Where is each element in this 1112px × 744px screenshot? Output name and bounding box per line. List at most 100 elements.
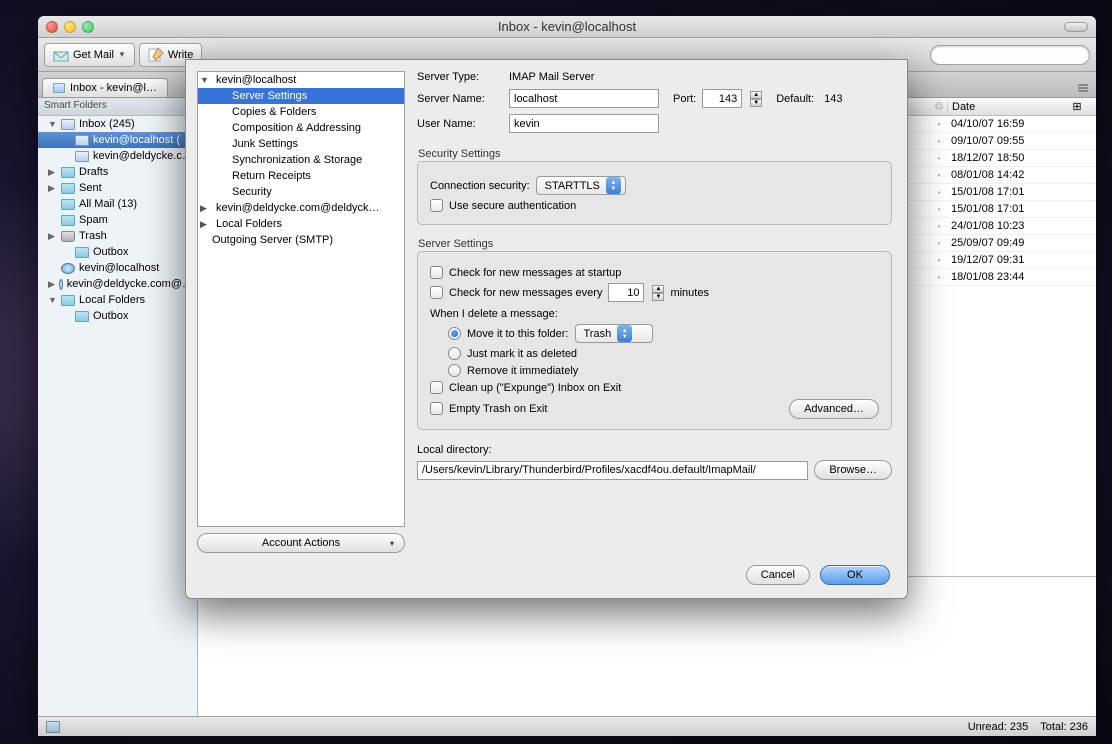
secure-auth-label: Use secure authentication [449, 200, 576, 212]
sidebar-item[interactable]: All Mail (13) [38, 196, 197, 212]
user-name-input[interactable] [509, 114, 659, 133]
folder-sidebar: Smart Folders ▼Inbox (245)kevin@localhos… [38, 98, 198, 716]
status-dot-icon: • [931, 120, 947, 129]
folder-icon [61, 263, 75, 274]
folder-icon [61, 183, 75, 194]
account-settings-dialog: ▼kevin@localhostServer SettingsCopies & … [185, 59, 908, 599]
folder-icon [75, 151, 89, 162]
tab-label: Inbox - kevin@l… [70, 82, 157, 94]
check-every-checkbox[interactable] [430, 286, 443, 299]
toolbar-toggle-pill[interactable] [1064, 22, 1088, 32]
folder-icon [61, 199, 75, 210]
compose-icon [148, 47, 164, 63]
secure-auth-checkbox[interactable] [430, 199, 443, 212]
server-type-value: IMAP Mail Server [509, 71, 594, 83]
status-dot-icon: • [931, 154, 947, 163]
port-stepper[interactable]: ▲▼ [750, 91, 762, 107]
select-arrows-icon: ▲▼ [617, 325, 632, 342]
remove-immediately-label: Remove it immediately [467, 365, 578, 377]
move-to-folder-label: Move it to this folder: [467, 328, 569, 340]
advanced-button[interactable]: Advanced… [789, 399, 879, 419]
sidebar-item[interactable]: ▼Inbox (245) [38, 116, 197, 132]
folder-icon [75, 311, 89, 322]
connection-security-select[interactable]: STARTTLS ▲▼ [536, 176, 626, 195]
empty-trash-checkbox[interactable] [430, 402, 443, 415]
move-to-folder-radio[interactable] [448, 327, 461, 340]
sidebar-item[interactable]: Spam [38, 212, 197, 228]
close-icon[interactable] [46, 21, 58, 33]
select-arrows-icon: ▲▼ [606, 177, 621, 194]
expunge-checkbox[interactable] [430, 381, 443, 394]
folder-icon [75, 135, 89, 146]
ok-button[interactable]: OK [820, 565, 890, 585]
recycle-icon[interactable]: ♲ [931, 100, 947, 113]
port-input[interactable] [702, 89, 742, 108]
sidebar-item[interactable]: ▶Trash [38, 228, 197, 244]
sidebar-item[interactable]: Outbox [38, 244, 197, 260]
cancel-button[interactable]: Cancel [746, 565, 810, 585]
sidebar-header: Smart Folders [38, 98, 197, 116]
activity-icon[interactable] [46, 721, 60, 733]
folder-icon [61, 119, 75, 130]
sidebar-item[interactable]: ▶Sent [38, 180, 197, 196]
sidebar-item[interactable]: kevin@localhost [38, 260, 197, 276]
mail-download-icon [53, 47, 69, 63]
sidebar-item[interactable]: ▶Drafts [38, 164, 197, 180]
tree-item[interactable]: Outgoing Server (SMTP) [198, 232, 404, 248]
dropdown-arrow-icon: ▼ [118, 50, 126, 59]
minimize-icon[interactable] [64, 21, 76, 33]
tree-item[interactable]: Synchronization & Storage [198, 152, 404, 168]
interval-stepper[interactable]: ▲▼ [652, 285, 664, 301]
status-dot-icon: • [931, 222, 947, 231]
accounts-tree[interactable]: ▼kevin@localhostServer SettingsCopies & … [197, 71, 405, 527]
status-dot-icon: • [931, 239, 947, 248]
browse-button[interactable]: Browse… [814, 460, 892, 480]
tree-item[interactable]: Security [198, 184, 404, 200]
tree-item[interactable]: ▼kevin@localhost [198, 72, 404, 88]
remove-immediately-radio[interactable] [448, 364, 461, 377]
tab-options-icon[interactable] [1076, 81, 1092, 97]
tree-item[interactable]: Junk Settings [198, 136, 404, 152]
zoom-icon[interactable] [82, 21, 94, 33]
empty-trash-label: Empty Trash on Exit [449, 403, 547, 415]
folder-icon [61, 231, 75, 242]
status-bar: Unread: 235 Total: 236 [38, 716, 1096, 736]
get-mail-button[interactable]: Get Mail ▼ [44, 43, 135, 67]
server-settings-form: Server Type: IMAP Mail Server Server Nam… [417, 71, 896, 553]
search-input[interactable] [930, 45, 1090, 65]
check-interval-input[interactable] [608, 283, 644, 302]
tree-item[interactable]: Server Settings [198, 88, 404, 104]
user-name-label: User Name: [417, 118, 503, 130]
accounts-tree-panel: ▼kevin@localhostServer SettingsCopies & … [197, 71, 405, 553]
tree-item[interactable]: ▶kevin@deldycke.com@deldyck… [198, 200, 404, 216]
default-label: Default: [776, 93, 814, 105]
trash-folder-select[interactable]: Trash ▲▼ [575, 324, 653, 343]
server-name-input[interactable] [509, 89, 659, 108]
sidebar-item[interactable]: kevin@localhost ( [38, 132, 197, 148]
local-dir-label: Local directory: [417, 444, 892, 456]
column-date[interactable]: Date [947, 101, 1072, 113]
sidebar-item[interactable]: ▶kevin@deldycke.com@… [38, 276, 197, 292]
titlebar: Inbox - kevin@localhost [38, 16, 1096, 38]
tree-item[interactable]: Return Receipts [198, 168, 404, 184]
tree-item[interactable]: ▶Local Folders [198, 216, 404, 232]
status-dot-icon: • [931, 205, 947, 214]
status-dot-icon: • [931, 256, 947, 265]
column-picker-icon[interactable]: ⊞ [1072, 100, 1082, 113]
tree-item[interactable]: Copies & Folders [198, 104, 404, 120]
local-directory-input[interactable] [417, 461, 808, 480]
check-startup-checkbox[interactable] [430, 266, 443, 279]
just-mark-radio[interactable] [448, 347, 461, 360]
check-every-label-b: minutes [670, 287, 709, 299]
security-settings-group: Security Settings Connection security: S… [417, 161, 892, 225]
sidebar-item[interactable]: kevin@deldycke.c… [38, 148, 197, 164]
sidebar-item[interactable]: ▼Local Folders [38, 292, 197, 308]
folder-icon [61, 215, 75, 226]
server-name-label: Server Name: [417, 93, 503, 105]
sidebar-item[interactable]: Outbox [38, 308, 197, 324]
tab-inbox[interactable]: Inbox - kevin@l… [42, 78, 168, 97]
tree-item[interactable]: Composition & Addressing [198, 120, 404, 136]
security-settings-title: Security Settings [418, 148, 501, 160]
account-actions-button[interactable]: Account Actions [197, 533, 405, 553]
default-port: 143 [824, 93, 842, 105]
